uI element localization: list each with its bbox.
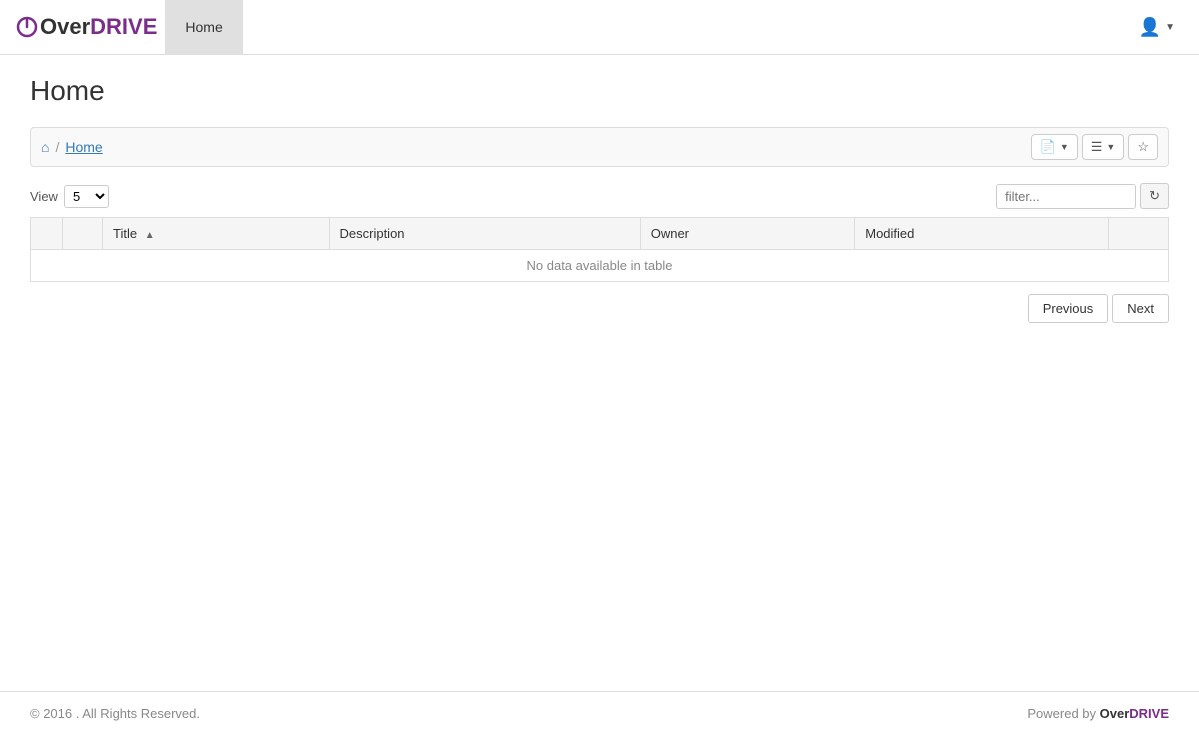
col-header-owner[interactable]: Owner (640, 218, 855, 250)
filter-input[interactable] (996, 184, 1136, 209)
footer-copyright: © 2016 . All Rights Reserved. (30, 706, 200, 721)
list-options-button[interactable]: ☰ ▼ (1082, 134, 1125, 160)
star-icon: ☆ (1137, 139, 1149, 155)
footer-brand: OverDRIVE (1100, 706, 1169, 721)
footer-powered-by: Powered by OverDRIVE (1027, 706, 1169, 721)
breadcrumb-separator: / (55, 139, 59, 155)
user-icon: 👤 (1139, 17, 1161, 38)
view-count-select[interactable]: 5 10 25 50 (64, 185, 109, 208)
col-header-description[interactable]: Description (329, 218, 640, 250)
toolbar: ⌂ / Home 📄 ▼ ☰ ▼ ☆ (30, 127, 1169, 167)
footer: © 2016 . All Rights Reserved. Powered by… (0, 691, 1199, 735)
doc-caret: ▼ (1060, 142, 1069, 152)
user-menu-button[interactable]: 👤 ▼ (1131, 13, 1183, 42)
doc-icon: 📄 (1040, 139, 1056, 155)
navbar: OverDRIVE Home 👤 ▼ (0, 0, 1199, 55)
logo-over-text: Over (40, 14, 90, 40)
data-table: Title ▲ Description Owner Modified No da… (30, 217, 1169, 282)
refresh-icon: ↻ (1149, 188, 1160, 203)
navbar-left: OverDRIVE Home (16, 0, 243, 55)
col-header-actions (1109, 218, 1169, 250)
nav-home-tab[interactable]: Home (165, 0, 242, 55)
breadcrumb-home-icon[interactable]: ⌂ (41, 139, 49, 155)
favorites-button[interactable]: ☆ (1128, 134, 1158, 160)
col-header-title[interactable]: Title ▲ (103, 218, 330, 250)
list-caret: ▼ (1106, 142, 1115, 152)
view-left: View 5 10 25 50 (30, 185, 109, 208)
table-header-row: Title ▲ Description Owner Modified (31, 218, 1169, 250)
footer-brand-over: Over (1100, 706, 1130, 721)
table-no-data-row: No data available in table (31, 250, 1169, 282)
refresh-button[interactable]: ↻ (1140, 183, 1169, 209)
previous-button[interactable]: Previous (1028, 294, 1109, 323)
filter-right: ↻ (996, 183, 1169, 209)
list-icon: ☰ (1091, 139, 1103, 155)
user-menu-caret: ▼ (1165, 22, 1175, 33)
logo-drive-text: DRIVE (90, 14, 157, 40)
toolbar-actions: 📄 ▼ ☰ ▼ ☆ (1031, 134, 1158, 160)
col-header-icon (63, 218, 103, 250)
title-sort-arrow: ▲ (145, 230, 155, 241)
logo: OverDRIVE (16, 14, 157, 40)
col-header-modified[interactable]: Modified (855, 218, 1109, 250)
navbar-right: 👤 ▼ (1131, 13, 1183, 42)
no-data-message: No data available in table (31, 250, 1169, 282)
next-button[interactable]: Next (1112, 294, 1169, 323)
pagination-row: Previous Next (30, 294, 1169, 323)
col-header-check (31, 218, 63, 250)
main-content: Home ⌂ / Home 📄 ▼ ☰ ▼ ☆ View 5 (0, 55, 1199, 691)
footer-brand-drive: DRIVE (1129, 706, 1169, 721)
doc-options-button[interactable]: 📄 ▼ (1031, 134, 1078, 160)
breadcrumb: ⌂ / Home (41, 139, 103, 155)
view-label: View (30, 189, 58, 204)
view-filter-row: View 5 10 25 50 ↻ (30, 183, 1169, 209)
overdrive-logo-icon (16, 16, 38, 38)
breadcrumb-home-link[interactable]: Home (65, 139, 102, 155)
page-title: Home (30, 75, 1169, 107)
